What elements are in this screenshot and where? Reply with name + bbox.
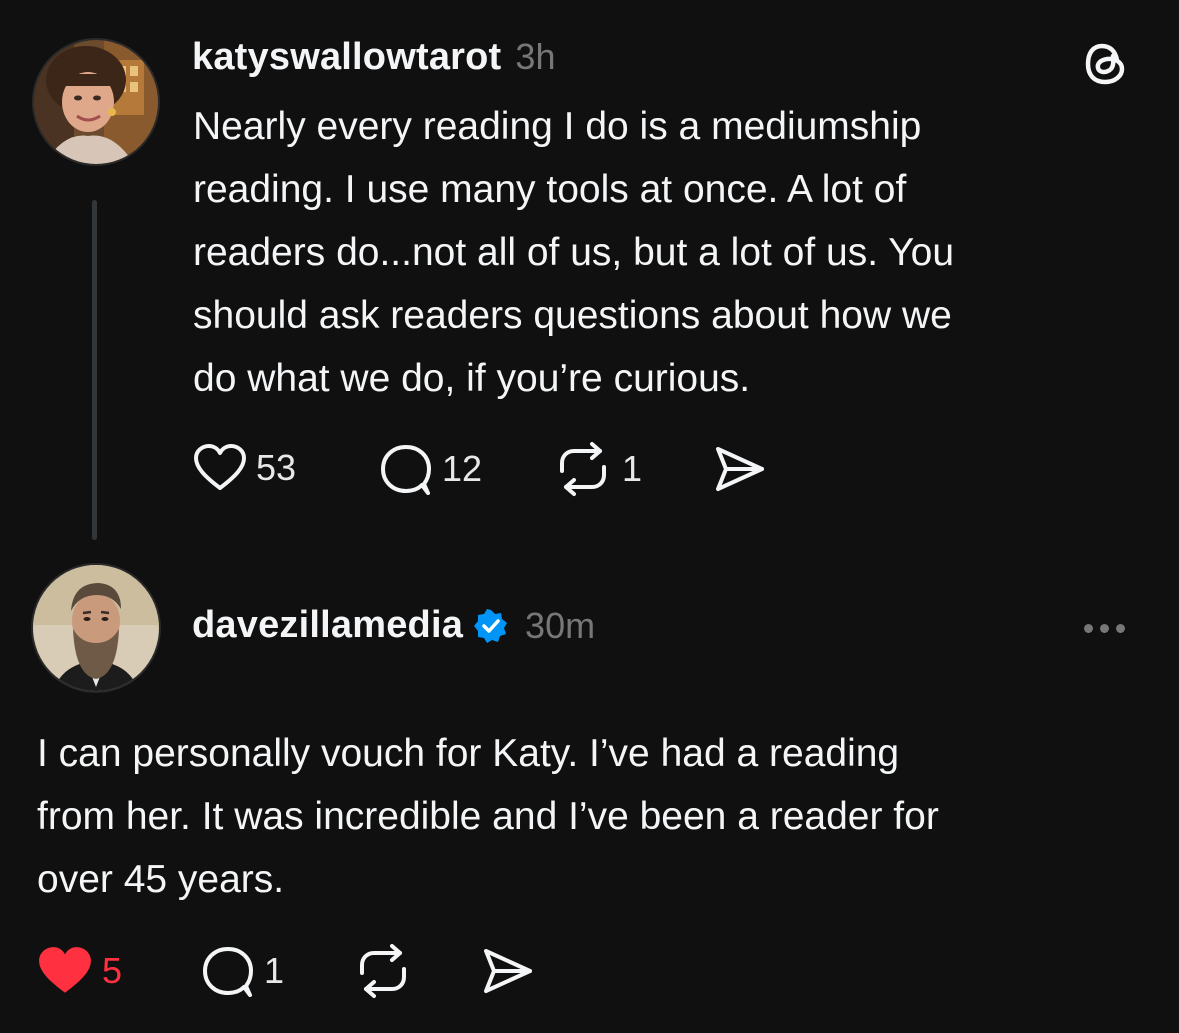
reply-bubble-icon <box>381 445 431 495</box>
verified-badge-icon <box>474 608 508 643</box>
post-timestamp: 3h <box>515 36 556 77</box>
post-like-count: 53 <box>256 447 297 488</box>
reply-share-button[interactable] <box>480 945 536 997</box>
reply-text-line: I can personally vouch for Katy. I’ve ha… <box>37 732 900 775</box>
reply-text-line: from her. It was incredible and I’ve bee… <box>37 795 939 838</box>
reply-bubble-icon <box>203 947 253 997</box>
post-text-line: readers do...not all of us, but a lot of… <box>193 231 955 274</box>
more-dot-icon <box>1116 624 1125 633</box>
more-dot-icon <box>1100 624 1109 633</box>
repost-icon <box>360 944 406 998</box>
post-username[interactable]: katyswallowtarot <box>192 36 501 79</box>
reply-username[interactable]: davezillamedia <box>192 604 463 647</box>
more-options-button[interactable] <box>1084 624 1125 633</box>
post-text-line: do what we do, if you’re curious. <box>193 357 751 400</box>
heart-icon <box>194 444 246 490</box>
reply-body: I can personally vouch for Katy. I’ve ha… <box>37 722 939 911</box>
avatar-katyswallowtarot[interactable] <box>32 38 160 166</box>
thread-line <box>92 200 97 540</box>
post-header: katyswallowtarot 3h <box>192 36 555 79</box>
send-icon <box>716 447 764 491</box>
post-repost-count: 1 <box>622 448 643 489</box>
send-icon <box>484 949 532 993</box>
post-like-button[interactable]: 53 <box>192 443 296 493</box>
post-repost-button[interactable]: 1 <box>552 441 642 497</box>
avatar-image <box>34 40 158 164</box>
post-text-line: should ask readers questions about how w… <box>193 294 952 337</box>
more-dot-icon <box>1084 624 1093 633</box>
reply-timestamp: 30m <box>525 604 596 646</box>
post-body: Nearly every reading I do is a mediumshi… <box>193 95 954 410</box>
heart-filled-icon <box>39 947 91 993</box>
reply-like-button[interactable]: 5 <box>36 945 122 997</box>
avatar-image <box>33 565 159 691</box>
reply-reply-count: 1 <box>264 950 285 991</box>
avatar-davezillamedia[interactable] <box>31 563 161 693</box>
post-reply-button[interactable]: 12 <box>378 441 482 497</box>
reply-text-line: over 45 years. <box>37 858 285 901</box>
reply-header: davezillamedia 30m <box>192 604 595 647</box>
reply-reply-button[interactable]: 1 <box>200 943 284 999</box>
post-text-line: Nearly every reading I do is a mediumshi… <box>193 105 922 148</box>
threads-logo-icon[interactable] <box>1082 38 1130 95</box>
post-text-line: reading. I use many tools at once. A lot… <box>193 168 907 211</box>
reply-repost-button[interactable] <box>352 943 414 999</box>
post-share-button[interactable] <box>712 443 768 495</box>
repost-icon <box>560 442 606 496</box>
reply-like-count: 5 <box>102 950 123 991</box>
post-reply-count: 12 <box>442 448 483 489</box>
